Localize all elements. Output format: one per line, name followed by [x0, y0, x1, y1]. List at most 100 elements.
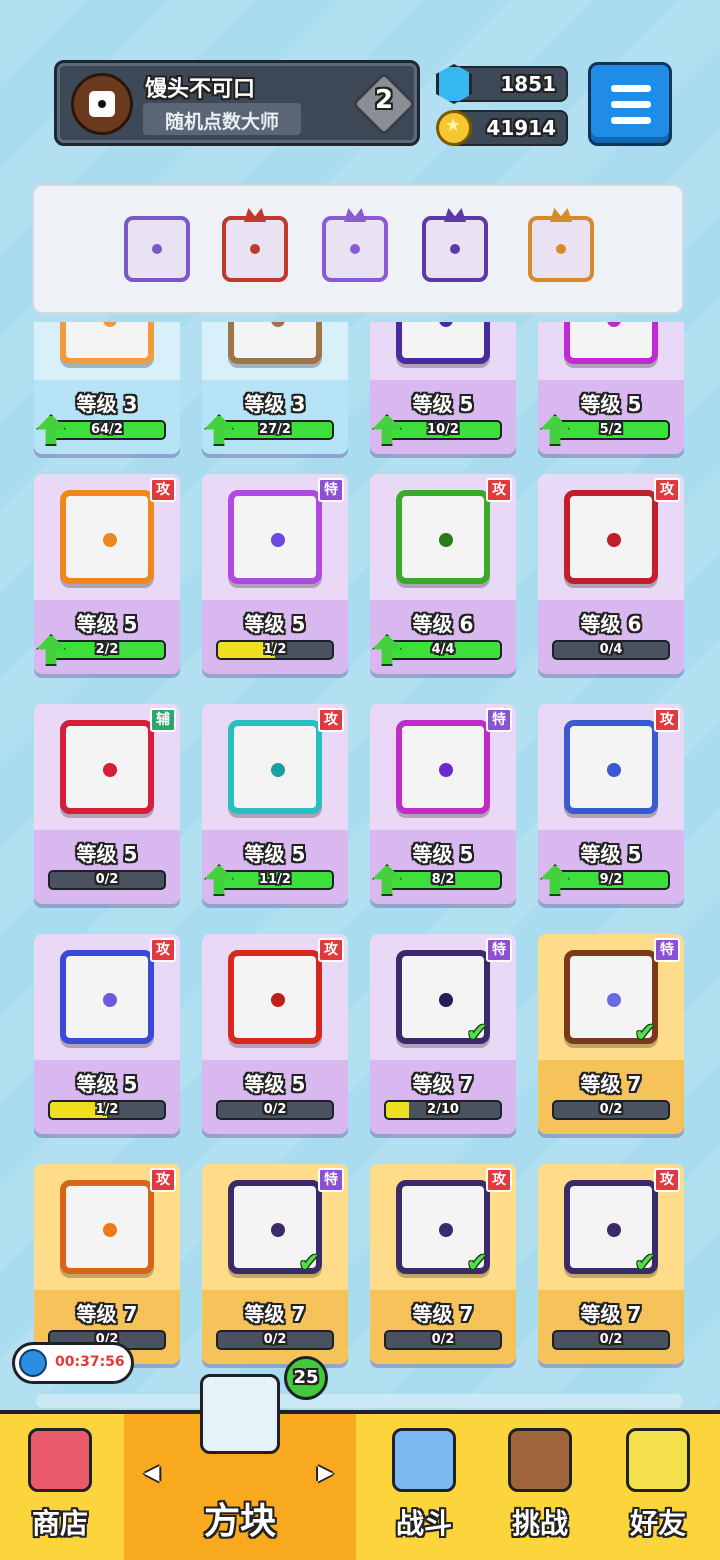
dice-icon — [564, 490, 658, 584]
dice-level: 等级 5 — [76, 612, 138, 636]
dice-pip — [439, 993, 453, 1007]
dice-card[interactable]: 辅等级 5 0/2 — [34, 704, 180, 904]
dragon-horn-icon — [344, 208, 366, 222]
nav-dice[interactable]: 方块 — [124, 1374, 356, 1560]
dice-card[interactable]: 攻等级 5 2/2 — [34, 474, 180, 674]
nav-friends[interactable]: 好友 — [598, 1414, 718, 1560]
progress-text: 2/2 — [95, 642, 119, 657]
dice-card[interactable]: 等级 3 64/2 — [34, 322, 180, 454]
nav-challenge[interactable]: 挑战 — [480, 1414, 600, 1560]
deck-slot[interactable] — [322, 208, 388, 282]
bottom-nav: 商店 方块 战斗 挑战 好友 — [0, 1374, 720, 1560]
player-title: 随机点数大师 — [164, 111, 279, 133]
dice-type-tag: 攻 — [654, 1168, 680, 1192]
gem-icon — [436, 64, 472, 104]
upgrade-progress-bar: 2/2 — [48, 640, 166, 660]
dice-card[interactable]: 攻等级 5 11/2 — [202, 704, 348, 904]
dice-card[interactable]: 特等级 5 8/2 — [370, 704, 516, 904]
dice-level: 等级 7 — [412, 1072, 474, 1096]
dragon-horn-icon — [550, 208, 572, 222]
progress-text: 0/2 — [599, 1102, 623, 1117]
upgrade-progress-bar: 4/4 — [384, 640, 502, 660]
dice-avatar-icon — [89, 91, 115, 117]
dice-collection-grid: 等级 3 64/2 等级 3 27/2 等级 5 10/2 等级 5 5/2 攻等级 5 2/2 特… — [0, 322, 720, 1410]
dice-level: 等级 3 — [76, 392, 138, 416]
dice-card[interactable]: 等级 5 10/2 — [370, 322, 516, 454]
dice-icon — [60, 950, 154, 1044]
deck-slot[interactable] — [124, 216, 190, 282]
dice-card[interactable]: 特 ✔ 等级 7 0/2 — [538, 934, 684, 1134]
event-timer[interactable]: 00:37:56 — [12, 1342, 134, 1384]
deck-slot[interactable] — [222, 208, 288, 282]
menu-line-icon — [611, 85, 651, 92]
menu-button[interactable] — [588, 62, 672, 146]
dice-card[interactable]: 特 ✔ 等级 7 2/10 — [370, 934, 516, 1134]
dice-card[interactable]: 特等级 5 1/2 — [202, 474, 348, 674]
nav-shop[interactable]: 商店 — [0, 1414, 120, 1560]
dice-icon — [228, 322, 322, 364]
dice-card[interactable]: 攻等级 5 9/2 — [538, 704, 684, 904]
dice-card[interactable]: 等级 3 27/2 — [202, 322, 348, 454]
progress-text: 5/2 — [599, 422, 623, 437]
upgrade-progress-bar: 0/4 — [552, 640, 670, 660]
shop-icon — [28, 1428, 92, 1492]
equipped-check-icon: ✔ — [466, 1018, 488, 1048]
dice-pip — [271, 322, 285, 327]
player-avatar[interactable] — [71, 73, 133, 135]
gem-counter[interactable]: 1851 — [436, 64, 568, 104]
menu-line-icon — [611, 117, 651, 124]
dice-type-tag: 攻 — [486, 1168, 512, 1192]
dice-type-tag: 攻 — [150, 1168, 176, 1192]
player-name: 馒头不可口 — [145, 77, 256, 102]
dice-pip — [103, 322, 117, 327]
progress-text: 9/2 — [599, 872, 623, 887]
dice-pip — [103, 993, 117, 1007]
progress-text: 2/10 — [427, 1102, 459, 1117]
coin-counter[interactable]: 41914 — [436, 110, 568, 146]
dice-icon — [152, 244, 162, 254]
dice-level: 等级 6 — [412, 612, 474, 636]
nav-prev-arrow-icon[interactable]: ◀ — [144, 1460, 159, 1484]
dice-icon — [556, 244, 566, 254]
upgrade-progress-bar: 8/2 — [384, 870, 502, 890]
dice-card[interactable]: 特 ✔ 等级 7 0/2 — [202, 1164, 348, 1364]
nav-friends-label: 好友 — [629, 1507, 686, 1540]
dice-type-tag: 攻 — [486, 478, 512, 502]
dice-pip — [439, 1223, 453, 1237]
nav-next-arrow-icon[interactable]: ▶ — [318, 1460, 333, 1484]
dice-pip — [439, 533, 453, 547]
dice-icon — [564, 720, 658, 814]
dice-card[interactable]: 攻 ✔ 等级 7 0/2 — [370, 1164, 516, 1364]
deck-slot[interactable] — [528, 208, 594, 282]
equipped-check-icon: ✔ — [634, 1018, 656, 1048]
rank-number: 2 — [374, 85, 394, 115]
progress-text: 0/2 — [431, 1332, 455, 1347]
friend-character-icon — [626, 1428, 690, 1492]
dice-card[interactable]: 攻等级 7 0/2 — [34, 1164, 180, 1364]
dice-level: 等级 5 — [412, 842, 474, 866]
dice-card[interactable]: 攻等级 6 0/4 — [538, 474, 684, 674]
dice-card[interactable]: 攻等级 6 4/4 — [370, 474, 516, 674]
progress-text: 1/2 — [263, 642, 287, 657]
dice-icon — [564, 322, 658, 364]
dice-level: 等级 3 — [244, 392, 306, 416]
dice-card[interactable]: 攻等级 5 0/2 — [202, 934, 348, 1134]
dice-level: 等级 7 — [244, 1302, 306, 1326]
equipped-check-icon: ✔ — [298, 1248, 320, 1278]
dice-level: 等级 5 — [580, 842, 642, 866]
battle-shield-icon — [392, 1428, 456, 1492]
dice-icon — [396, 720, 490, 814]
dice-type-tag: 特 — [486, 708, 512, 732]
nav-battle[interactable]: 战斗 — [364, 1414, 484, 1560]
dice-card[interactable]: 攻 ✔ 等级 7 0/2 — [538, 1164, 684, 1364]
upgrade-progress-bar: 11/2 — [216, 870, 334, 890]
dice-type-tag: 特 — [654, 938, 680, 962]
dice-icon — [60, 1180, 154, 1274]
deck-slot[interactable] — [422, 208, 488, 282]
dice-card[interactable]: 等级 5 5/2 — [538, 322, 684, 454]
dice-level: 等级 7 — [580, 1072, 642, 1096]
dice-type-tag: 辅 — [150, 708, 176, 732]
dice-card[interactable]: 攻等级 5 1/2 — [34, 934, 180, 1134]
dragon-horn-icon — [444, 208, 466, 222]
player-profile-panel[interactable]: 馒头不可口 随机点数大师 2 — [54, 60, 420, 146]
